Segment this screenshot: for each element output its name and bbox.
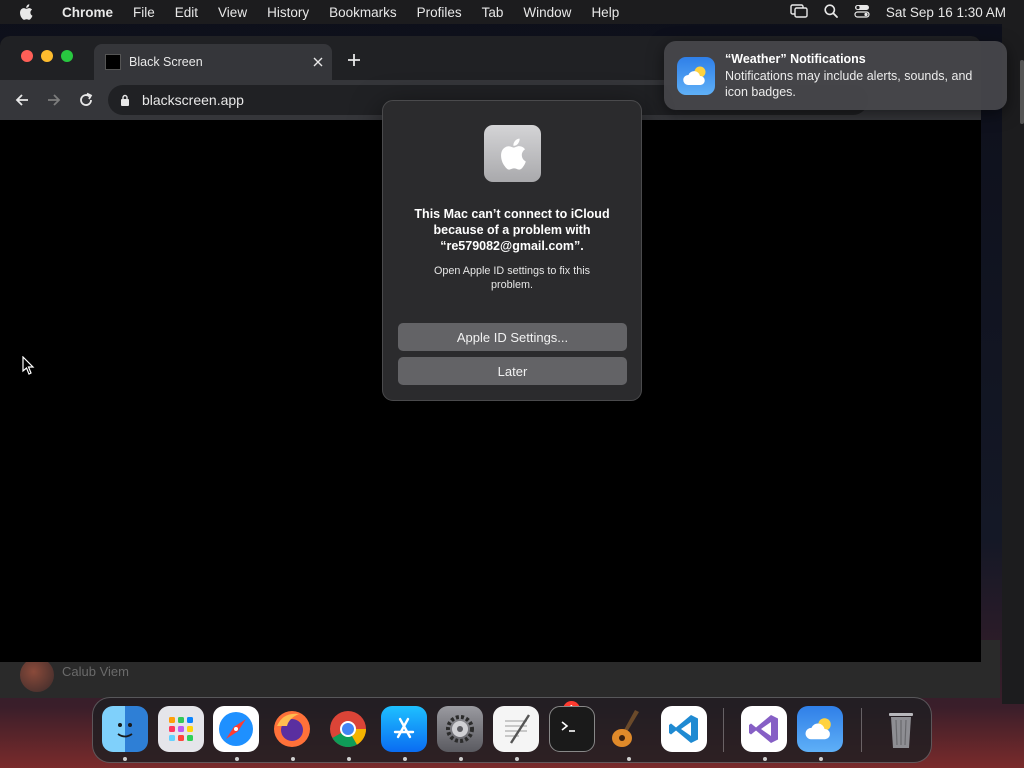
- address-bar-url: blackscreen.app: [142, 92, 244, 108]
- menu-view[interactable]: View: [208, 5, 257, 20]
- dock-launchpad-icon[interactable]: [158, 706, 204, 752]
- menu-app-name[interactable]: Chrome: [52, 5, 123, 20]
- scrollbar-thumb[interactable]: [1020, 60, 1024, 124]
- notification-title: “Weather” Notifications: [725, 52, 866, 66]
- dock-running-indicator: [819, 757, 823, 761]
- tab-close-icon[interactable]: [304, 57, 332, 67]
- menu-history[interactable]: History: [257, 5, 319, 20]
- spotlight-search-icon[interactable]: [824, 3, 838, 21]
- dock: 1: [92, 697, 932, 763]
- dock-running-indicator: [235, 757, 239, 761]
- dock-running-indicator: [123, 757, 127, 761]
- dock-running-indicator: [291, 757, 295, 761]
- screen-mirroring-icon[interactable]: [790, 3, 808, 21]
- window-zoom-button[interactable]: [61, 50, 73, 62]
- menu-profiles[interactable]: Profiles: [407, 5, 472, 20]
- weather-notification[interactable]: “Weather” Notifications Notifications ma…: [664, 41, 1007, 110]
- window-minimize-button[interactable]: [41, 50, 53, 62]
- dock-running-indicator: [763, 757, 767, 761]
- dock-safari-icon[interactable]: [213, 706, 259, 752]
- dock-app-store-icon[interactable]: [381, 706, 427, 752]
- apple-id-settings-button[interactable]: Apple ID Settings...: [398, 323, 627, 351]
- dock-running-indicator: [459, 757, 463, 761]
- dock-firefox-icon[interactable]: [269, 706, 315, 752]
- new-tab-button[interactable]: [344, 50, 364, 70]
- tab-favicon-icon: [105, 54, 121, 70]
- dock-running-indicator: [515, 757, 519, 761]
- window-close-button[interactable]: [21, 50, 33, 62]
- tab-black-screen[interactable]: Black Screen: [94, 44, 332, 80]
- later-button[interactable]: Later: [398, 357, 627, 385]
- apple-logo-icon: [484, 125, 541, 182]
- dock-trash-icon[interactable]: [878, 706, 924, 752]
- dock-chrome-icon[interactable]: [325, 706, 371, 752]
- mouse-pointer-icon: [22, 355, 36, 381]
- dock-finder-icon[interactable]: [102, 706, 148, 752]
- icloud-alert-dialog: This Mac can’t connect to iCloud because…: [382, 100, 642, 401]
- back-arrow-icon[interactable]: [10, 88, 34, 112]
- background-window-label: Calub Viem: [62, 664, 129, 679]
- dock-garageband-icon[interactable]: [605, 706, 651, 752]
- notification-body: Notifications may include alerts, sounds…: [725, 69, 973, 99]
- dock-running-indicator: [627, 757, 631, 761]
- dock-weather-icon[interactable]: [797, 706, 843, 752]
- reload-icon[interactable]: [74, 88, 98, 112]
- menu-bookmarks[interactable]: Bookmarks: [319, 5, 407, 20]
- menu-help[interactable]: Help: [581, 5, 629, 20]
- app-avatar-icon: [20, 658, 54, 692]
- dock-terminal-icon[interactable]: [549, 706, 595, 752]
- menu-tab[interactable]: Tab: [472, 5, 514, 20]
- control-center-icon[interactable]: [854, 4, 870, 21]
- menu-edit[interactable]: Edit: [165, 5, 208, 20]
- menu-window[interactable]: Window: [513, 5, 581, 20]
- desktop: Chrome File Edit View History Bookmarks …: [0, 0, 1024, 768]
- lock-icon[interactable]: [108, 94, 142, 106]
- tab-title: Black Screen: [129, 55, 203, 69]
- menu-bar-clock[interactable]: Sat Sep 16 1:30 AM: [886, 5, 1006, 20]
- dialog-heading: This Mac can’t connect to iCloud because…: [414, 207, 610, 253]
- background-window-edge: [1002, 24, 1024, 704]
- dock-running-indicator: [347, 757, 351, 761]
- forward-arrow-icon[interactable]: [42, 88, 66, 112]
- menu-file[interactable]: File: [123, 5, 165, 20]
- menu-bar: Chrome File Edit View History Bookmarks …: [0, 0, 1024, 24]
- dock-running-indicator: [403, 757, 407, 761]
- dock-vscode-icon[interactable]: [661, 706, 707, 752]
- dock-separator: [723, 708, 724, 752]
- dock-textedit-icon[interactable]: [493, 706, 539, 752]
- dialog-body: Open Apple ID settings to fix this probl…: [433, 265, 591, 291]
- weather-app-icon: [677, 57, 715, 95]
- dock-system-settings-icon[interactable]: [437, 706, 483, 752]
- apple-menu-icon[interactable]: [0, 4, 52, 20]
- dock-separator: [861, 708, 862, 752]
- dock-visual-studio-icon[interactable]: [741, 706, 787, 752]
